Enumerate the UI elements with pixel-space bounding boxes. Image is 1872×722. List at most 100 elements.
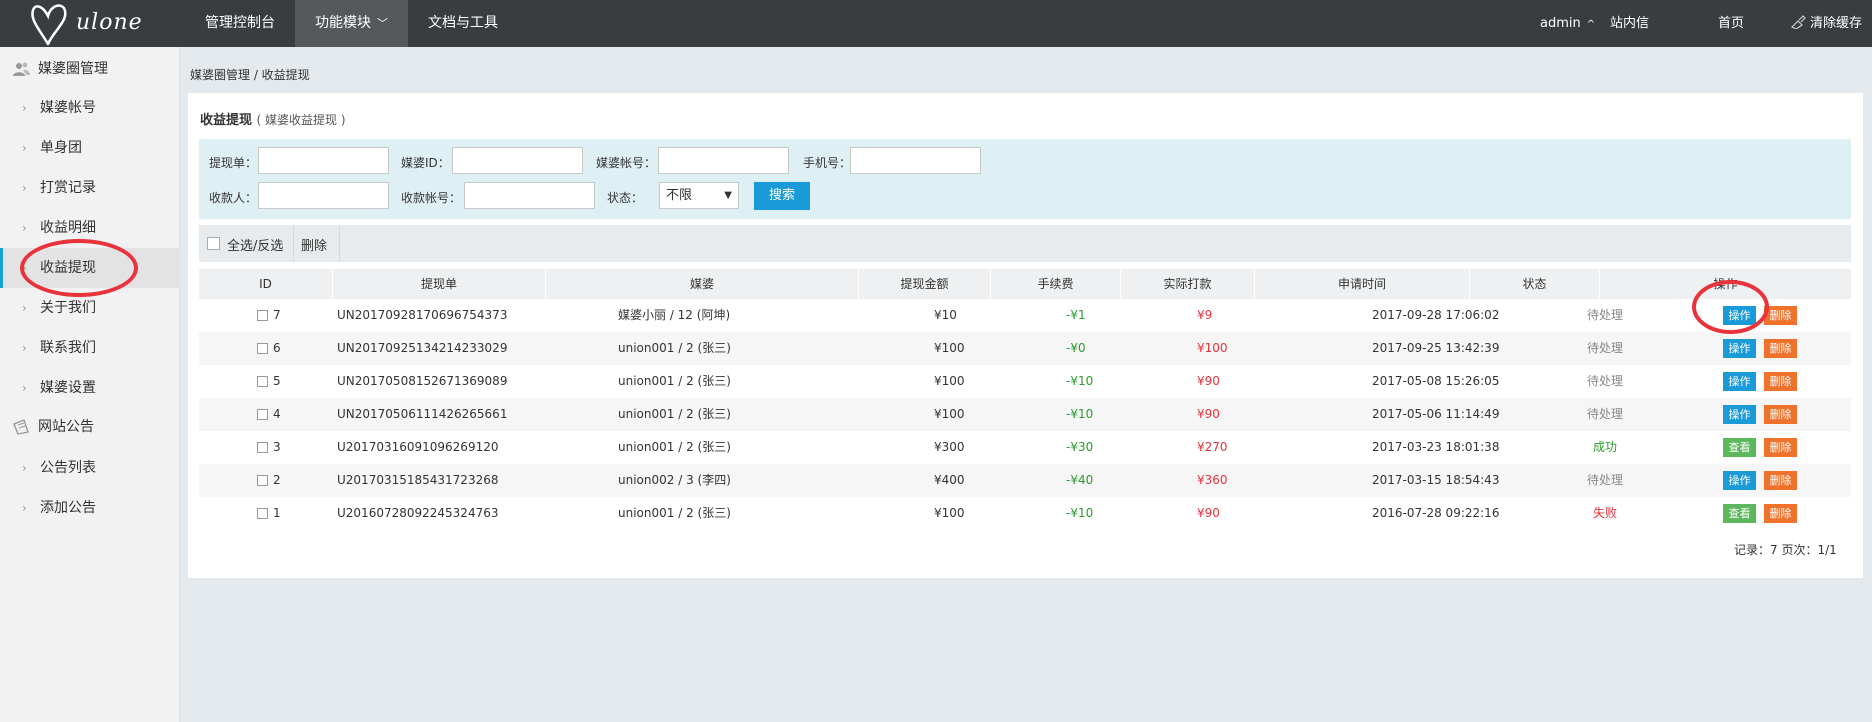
cell-time: 2017-03-15 18:54:43 xyxy=(1372,473,1500,487)
search-button[interactable]: 搜索 xyxy=(754,182,810,210)
user-menu[interactable]: admin ^ xyxy=(1540,0,1595,47)
sidebar-group-matchmaker[interactable]: 媒婆圈管理 xyxy=(0,49,180,89)
delete-button[interactable]: 删除 xyxy=(1764,339,1797,358)
status-label: 状态： xyxy=(607,191,644,205)
chevron-right-icon: › xyxy=(22,221,27,235)
operate-button[interactable]: 操作 xyxy=(1723,372,1756,391)
cell-time: 2017-05-08 15:26:05 xyxy=(1372,374,1500,388)
pagination-info: 记录：7 页次：1/1 xyxy=(1734,543,1837,557)
brush-icon xyxy=(1790,15,1806,30)
home-link[interactable]: 首页 xyxy=(1718,0,1744,47)
select-all-checkbox[interactable] xyxy=(207,237,220,250)
col-amount: 提现金额 xyxy=(859,269,991,299)
nav-dashboard[interactable]: 管理控制台 xyxy=(185,0,295,47)
table-row: 1 U20160728092245324763 union001 / 2 (张三… xyxy=(199,497,1851,530)
cell-paid: ¥90 xyxy=(1197,407,1220,421)
operate-button[interactable]: 操作 xyxy=(1723,471,1756,490)
heart-logo-icon xyxy=(31,4,67,46)
cell-status: 失败 xyxy=(1593,506,1618,520)
payee-input[interactable] xyxy=(258,182,389,209)
sidebar-item-contact[interactable]: › 联系我们 xyxy=(0,328,180,368)
row-checkbox[interactable] xyxy=(257,475,268,486)
cell-fee: -¥30 xyxy=(1066,440,1094,454)
row-checkbox[interactable] xyxy=(257,409,268,420)
sidebar-item-singles[interactable]: › 单身团 xyxy=(0,128,180,168)
col-matchmaker: 媒婆 xyxy=(546,269,859,299)
cell-amount: ¥10 xyxy=(934,308,957,322)
sidebar-item-tips[interactable]: › 打赏记录 xyxy=(0,168,180,208)
announcement-icon xyxy=(13,419,29,435)
caret-down-icon: ▼ xyxy=(724,190,732,201)
select-all-label[interactable]: 全选/反选 xyxy=(227,235,283,254)
phone-label: 手机号： xyxy=(803,156,852,170)
nav-modules[interactable]: 功能模块 ﹀ xyxy=(295,0,408,47)
nav-modules-label: 功能模块 xyxy=(315,15,371,31)
delete-button[interactable]: 删除 xyxy=(1764,306,1797,325)
order-input[interactable] xyxy=(258,147,389,174)
col-status: 状态 xyxy=(1470,269,1600,299)
cell-matchmaker: 媒婆小丽 / 12 (阿坤) xyxy=(618,308,731,322)
cell-fee: -¥10 xyxy=(1066,407,1094,421)
matchmaker-id-input[interactable] xyxy=(452,147,583,174)
sidebar-item-matchmaker-accounts[interactable]: › 媒婆帐号 xyxy=(0,88,180,128)
operate-button[interactable]: 操作 xyxy=(1723,339,1756,358)
divider xyxy=(339,225,340,262)
cell-amount: ¥400 xyxy=(934,473,965,487)
top-navbar: ulone 管理控制台 功能模块 ﹀ 文档与工具 admin ^ 站内信 首页 清除… xyxy=(0,0,1872,47)
col-fee: 手续费 xyxy=(991,269,1121,299)
sidebar-item-label: 添加公告 xyxy=(40,500,96,516)
col-time: 申请时间 xyxy=(1255,269,1470,299)
payee-account-label: 收款帐号： xyxy=(401,191,462,205)
users-icon xyxy=(13,62,30,76)
logo[interactable]: ulone xyxy=(26,0,176,47)
delete-button[interactable]: 删除 xyxy=(1764,471,1797,490)
cell-paid: ¥360 xyxy=(1197,473,1228,487)
chevron-up-icon: ^ xyxy=(1586,19,1596,30)
row-checkbox[interactable] xyxy=(257,442,268,453)
clear-cache-button[interactable]: 清除缓存 xyxy=(1790,0,1862,47)
chevron-right-icon: › xyxy=(22,341,27,355)
bulk-delete-button[interactable]: 删除 xyxy=(301,235,327,254)
cell-fee: -¥1 xyxy=(1066,308,1086,322)
cell-id: 4 xyxy=(273,407,281,421)
cell-paid: ¥270 xyxy=(1197,440,1228,454)
cell-fee: -¥10 xyxy=(1066,374,1094,388)
matchmaker-account-label: 媒婆帐号： xyxy=(596,156,657,170)
cell-amount: ¥100 xyxy=(934,341,965,355)
cell-matchmaker: union002 / 3 (李四) xyxy=(618,473,731,487)
chevron-down-icon: ﹀ xyxy=(377,17,388,30)
sidebar-item-settings[interactable]: › 媒婆设置 xyxy=(0,368,180,408)
phone-input[interactable] xyxy=(850,147,981,174)
filter-form: 提现单： 媒婆ID： 媒婆帐号： 手机号： 收款人： 收款帐号： 状态： 不限 ▼… xyxy=(199,139,1851,219)
sidebar-item-announcement-list[interactable]: › 公告列表 xyxy=(0,448,180,488)
delete-button[interactable]: 删除 xyxy=(1764,438,1797,457)
matchmaker-account-input[interactable] xyxy=(658,147,789,174)
highlight-circle xyxy=(20,239,138,297)
delete-button[interactable]: 删除 xyxy=(1764,405,1797,424)
sidebar-item-label: 公告列表 xyxy=(40,460,96,476)
delete-button[interactable]: 删除 xyxy=(1764,504,1797,523)
cell-status: 待处理 xyxy=(1587,407,1624,421)
chevron-right-icon: › xyxy=(22,301,27,315)
row-checkbox[interactable] xyxy=(257,343,268,354)
row-checkbox[interactable] xyxy=(257,376,268,387)
status-select[interactable]: 不限 ▼ xyxy=(659,182,739,209)
delete-button[interactable]: 删除 xyxy=(1764,372,1797,391)
cell-status: 待处理 xyxy=(1587,341,1624,355)
cell-matchmaker: union001 / 2 (张三) xyxy=(618,341,731,355)
nav-docs-tools[interactable]: 文档与工具 xyxy=(408,0,518,47)
row-checkbox[interactable] xyxy=(257,508,268,519)
payee-account-input[interactable] xyxy=(464,182,595,209)
inbox-link[interactable]: 站内信 xyxy=(1610,0,1649,47)
cell-time: 2017-03-23 18:01:38 xyxy=(1372,440,1500,454)
view-button[interactable]: 查看 xyxy=(1723,504,1756,523)
row-checkbox[interactable] xyxy=(257,310,268,321)
divider xyxy=(293,225,294,262)
chevron-right-icon: › xyxy=(22,181,27,195)
sidebar-item-add-announcement[interactable]: › 添加公告 xyxy=(0,488,180,528)
sidebar-group-announcements[interactable]: 网站公告 xyxy=(0,407,180,447)
logo-text: ulone xyxy=(76,10,143,35)
view-button[interactable]: 查看 xyxy=(1723,438,1756,457)
operate-button[interactable]: 操作 xyxy=(1723,405,1756,424)
page-title: 收益提现 ( 媒婆收益提现 ) xyxy=(200,109,346,128)
